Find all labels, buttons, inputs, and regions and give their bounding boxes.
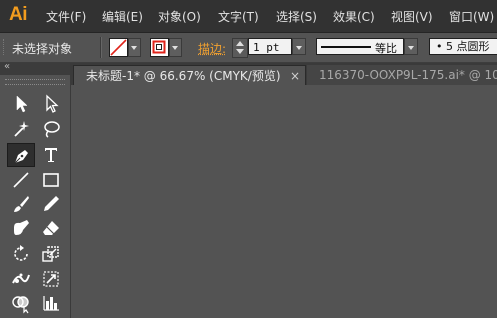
stroke-icon <box>152 40 166 54</box>
stroke-swatch[interactable] <box>150 38 169 57</box>
fill-swatch[interactable] <box>109 38 128 57</box>
divider <box>100 37 102 58</box>
control-bar-grip[interactable] <box>3 39 6 55</box>
tab-label: 116370-OOXP9L-175.ai* @ 100 <box>319 68 497 82</box>
lasso-tool-icon[interactable] <box>40 118 62 140</box>
profile-label: 等比 <box>375 42 397 55</box>
stroke-weight-field[interactable]: 1 pt <box>248 38 292 55</box>
rotate-tool-icon[interactable] <box>10 243 32 265</box>
selection-status: 未选择对象 <box>12 42 73 56</box>
collapse-icon[interactable]: « <box>4 61 10 72</box>
tab-document-2[interactable]: 116370-OOXP9L-175.ai* @ 100 <box>307 65 497 85</box>
scale-tool-icon[interactable] <box>40 243 62 265</box>
fill-dropdown[interactable] <box>128 38 141 57</box>
menu-bar: Ai 文件(F) 编辑(E) 对象(O) 文字(T) 选择(S) 效果(C) 视… <box>0 0 497 33</box>
profile-dropdown[interactable] <box>404 38 418 55</box>
shape-builder-tool-icon[interactable] <box>10 292 32 314</box>
stepper-down-icon[interactable] <box>236 49 244 54</box>
tab-label: 未标题-1* @ 66.67% (CMYK/预览) <box>86 69 281 83</box>
close-tab-icon[interactable]: × <box>290 66 300 85</box>
direct-selection-tool-icon[interactable] <box>40 93 62 115</box>
stepper-up-icon[interactable] <box>236 41 244 46</box>
menu-select[interactable]: 选择(S) <box>276 8 317 25</box>
app-logo: Ai <box>9 4 28 25</box>
selection-tool-icon[interactable] <box>10 93 32 115</box>
magic-wand-tool-icon[interactable] <box>10 118 32 140</box>
type-tool-icon[interactable] <box>40 144 62 166</box>
menu-object[interactable]: 对象(O) <box>158 8 201 25</box>
tab-document-1[interactable]: 未标题-1* @ 66.67% (CMYK/预览) × <box>73 65 306 85</box>
none-fill-icon <box>110 39 127 56</box>
rectangle-tool-icon[interactable] <box>40 169 62 191</box>
paintbrush-tool-icon[interactable] <box>10 193 32 215</box>
eraser-tool-icon[interactable] <box>40 217 62 239</box>
menu-window[interactable]: 窗口(W) <box>449 8 494 25</box>
line-segment-tool-icon[interactable] <box>10 169 32 191</box>
menu-edit[interactable]: 编辑(E) <box>102 8 143 25</box>
tools-panel: « <box>0 61 71 318</box>
tools-panel-grip[interactable] <box>5 79 65 85</box>
menu-view[interactable]: 视图(V) <box>391 8 433 25</box>
document-tab-strip: 未标题-1* @ 66.67% (CMYK/预览) × 116370-OOXP9… <box>71 63 497 85</box>
profile-line-icon <box>321 46 371 48</box>
menu-file[interactable]: 文件(F) <box>46 8 86 25</box>
brush-definition[interactable]: • 5 点圆形 <box>429 38 497 55</box>
width-tool-icon[interactable] <box>10 268 32 290</box>
pencil-tool-icon[interactable] <box>40 193 62 215</box>
menu-effect[interactable]: 效果(C) <box>333 8 375 25</box>
stroke-weight-stepper[interactable] <box>232 38 248 58</box>
blob-brush-tool-icon[interactable] <box>10 217 32 239</box>
stroke-label[interactable]: 描边: <box>198 40 226 57</box>
tools-panel-header[interactable]: « <box>0 61 70 75</box>
control-bar: 未选择对象 描边: 1 pt 等比 • 5 点圆形 <box>0 33 497 63</box>
stroke-weight-dropdown[interactable] <box>292 38 306 55</box>
menu-type[interactable]: 文字(T) <box>218 8 259 25</box>
variable-width-profile[interactable]: 等比 <box>316 38 404 55</box>
document-canvas[interactable] <box>71 85 497 318</box>
free-transform-tool-icon[interactable] <box>40 268 62 290</box>
stroke-dropdown[interactable] <box>169 38 182 57</box>
pen-tool-icon[interactable] <box>7 143 35 167</box>
graph-tool-icon[interactable] <box>40 292 62 314</box>
